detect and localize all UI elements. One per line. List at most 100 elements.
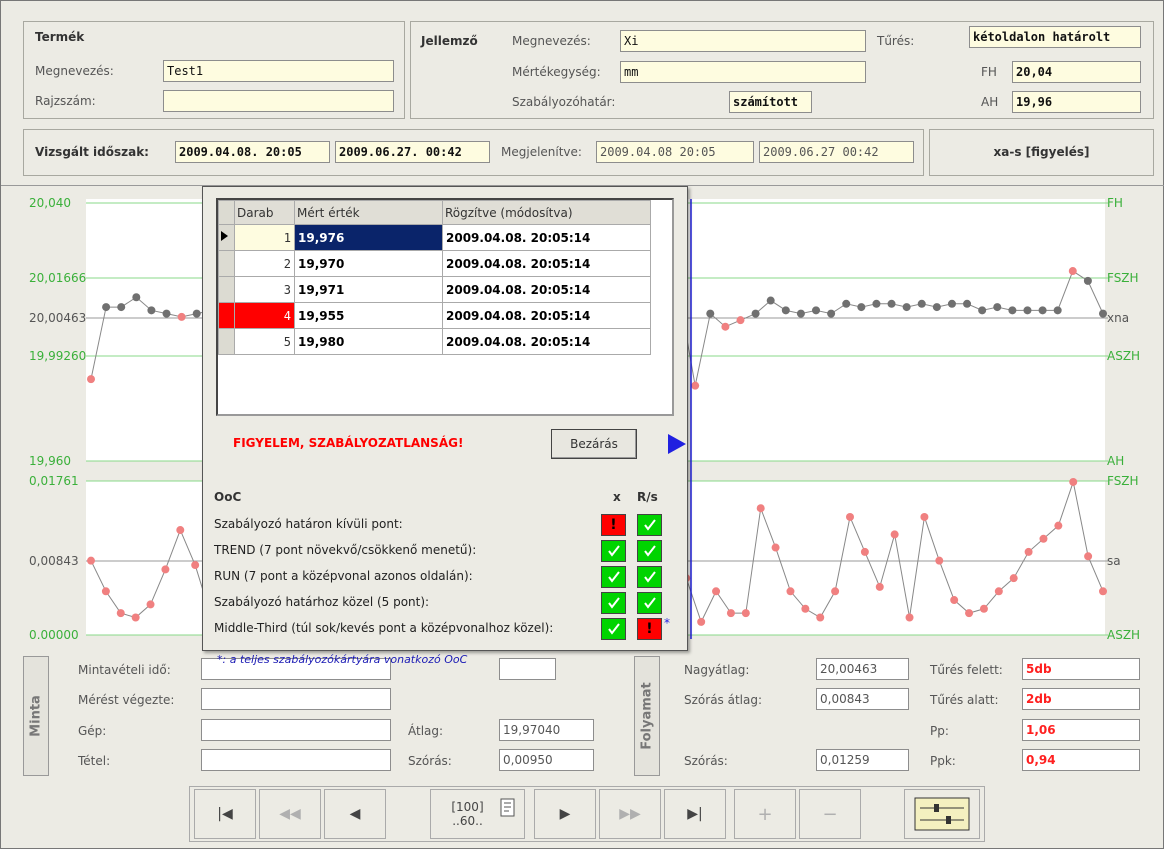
data-point[interactable] bbox=[890, 530, 899, 539]
data-point[interactable] bbox=[1083, 276, 1092, 285]
table-row[interactable]: 1 19,976 2009.04.08. 20:05:14 bbox=[218, 224, 651, 251]
data-point[interactable] bbox=[993, 303, 1002, 312]
data-point[interactable] bbox=[1099, 309, 1107, 318]
data-point[interactable] bbox=[978, 306, 987, 315]
period-to-field[interactable]: 2009.06.27. 00:42 bbox=[335, 141, 490, 163]
cell-value[interactable]: 19,980 bbox=[294, 328, 443, 355]
next-record-button[interactable]: ▶ bbox=[534, 789, 596, 839]
data-point[interactable] bbox=[101, 587, 110, 596]
data-point[interactable] bbox=[920, 512, 929, 521]
table-row[interactable]: 4 19,955 2009.04.08. 20:05:14 bbox=[218, 302, 651, 329]
data-point[interactable] bbox=[132, 293, 141, 302]
data-point[interactable] bbox=[176, 526, 185, 535]
data-point[interactable] bbox=[801, 604, 810, 613]
previous-page-button[interactable]: ◀◀ bbox=[259, 789, 321, 839]
data-point[interactable] bbox=[994, 587, 1003, 596]
data-point[interactable] bbox=[741, 609, 750, 618]
data-point[interactable] bbox=[736, 316, 745, 325]
remove-record-button[interactable]: − bbox=[799, 789, 861, 839]
period-from-field[interactable]: 2009.04.08. 20:05 bbox=[175, 141, 330, 163]
data-point[interactable] bbox=[827, 309, 836, 318]
data-point[interactable] bbox=[1009, 574, 1018, 583]
data-point[interactable] bbox=[1023, 306, 1032, 315]
col-header-count[interactable]: Darab bbox=[234, 200, 295, 225]
cell-value[interactable]: 19,970 bbox=[294, 250, 443, 277]
ah-field[interactable]: 19,96 bbox=[1012, 91, 1141, 113]
data-point[interactable] bbox=[1008, 306, 1017, 315]
fh-field[interactable]: 20,04 bbox=[1012, 61, 1141, 83]
cell-timestamp[interactable]: 2009.04.08. 20:05:14 bbox=[442, 224, 651, 251]
data-point[interactable] bbox=[192, 309, 201, 318]
row-indicator[interactable] bbox=[218, 250, 235, 277]
expand-arrow-icon[interactable] bbox=[666, 433, 688, 455]
data-point[interactable] bbox=[87, 375, 95, 384]
table-row[interactable]: 5 19,980 2009.04.08. 20:05:14 bbox=[218, 328, 651, 355]
unit-field[interactable]: mm bbox=[620, 61, 866, 83]
row-indicator[interactable] bbox=[218, 224, 235, 251]
previous-record-button[interactable]: ◀ bbox=[324, 789, 386, 839]
data-point[interactable] bbox=[887, 299, 896, 308]
row-indicator[interactable] bbox=[218, 302, 235, 329]
data-point[interactable] bbox=[177, 312, 186, 321]
data-point[interactable] bbox=[1069, 477, 1078, 486]
data-point[interactable] bbox=[751, 309, 760, 318]
mode-panel[interactable]: xa-s [figyelés] bbox=[929, 129, 1154, 176]
data-point[interactable] bbox=[781, 306, 790, 315]
data-point[interactable] bbox=[857, 303, 866, 312]
data-point[interactable] bbox=[935, 556, 944, 565]
cell-timestamp[interactable]: 2009.04.08. 20:05:14 bbox=[442, 276, 651, 303]
col-header-timestamp[interactable]: Rögzítve (módosítva) bbox=[442, 200, 651, 225]
data-point[interactable] bbox=[1039, 534, 1048, 543]
data-point[interactable] bbox=[697, 617, 706, 626]
data-point[interactable] bbox=[965, 609, 974, 618]
data-point[interactable] bbox=[1054, 521, 1063, 530]
sample-tab[interactable]: Minta bbox=[23, 656, 49, 776]
measured-by-field[interactable] bbox=[201, 688, 391, 710]
data-point[interactable] bbox=[87, 556, 95, 565]
data-point[interactable] bbox=[947, 299, 956, 308]
data-point[interactable] bbox=[191, 561, 200, 570]
col-header-value[interactable]: Mért érték bbox=[294, 200, 443, 225]
data-point[interactable] bbox=[1084, 552, 1093, 561]
data-point[interactable] bbox=[706, 309, 715, 318]
close-button[interactable]: Bezárás bbox=[551, 429, 637, 459]
data-point[interactable] bbox=[842, 299, 851, 308]
data-point[interactable] bbox=[950, 596, 959, 605]
cell-count[interactable]: 2 bbox=[234, 250, 295, 277]
data-point[interactable] bbox=[756, 504, 765, 513]
data-point[interactable] bbox=[796, 309, 805, 318]
data-point[interactable] bbox=[726, 609, 735, 618]
cell-value[interactable]: 19,955 bbox=[294, 302, 443, 329]
cell-timestamp[interactable]: 2009.04.08. 20:05:14 bbox=[442, 328, 651, 355]
data-point[interactable] bbox=[721, 322, 730, 331]
data-point[interactable] bbox=[1068, 267, 1077, 276]
table-row[interactable]: 3 19,971 2009.04.08. 20:05:14 bbox=[218, 276, 651, 303]
data-point[interactable] bbox=[162, 309, 171, 318]
data-point[interactable] bbox=[712, 587, 721, 596]
data-point[interactable] bbox=[131, 613, 140, 622]
data-point[interactable] bbox=[771, 543, 780, 552]
char-name-field[interactable]: Xi bbox=[620, 30, 866, 52]
data-point[interactable] bbox=[831, 587, 840, 596]
process-tab[interactable]: Folyamat bbox=[634, 656, 660, 776]
data-point[interactable] bbox=[766, 296, 775, 305]
cell-value[interactable]: 19,976 bbox=[294, 224, 443, 251]
data-point[interactable] bbox=[161, 565, 170, 574]
record-counter[interactable]: [100] ..60.. bbox=[430, 789, 525, 839]
row-indicator[interactable] bbox=[218, 276, 235, 303]
settings-button[interactable] bbox=[904, 789, 980, 839]
data-point[interactable] bbox=[117, 303, 126, 312]
data-point[interactable] bbox=[816, 613, 825, 622]
data-point[interactable] bbox=[905, 613, 914, 622]
drawing-number-field[interactable] bbox=[163, 90, 394, 112]
control-limit-field[interactable]: számított bbox=[729, 91, 812, 113]
data-point[interactable] bbox=[786, 587, 795, 596]
data-point[interactable] bbox=[1099, 587, 1107, 596]
sample-time-field-2[interactable] bbox=[499, 658, 556, 680]
cell-count[interactable]: 1 bbox=[234, 224, 295, 251]
data-point[interactable] bbox=[102, 303, 111, 312]
data-point[interactable] bbox=[146, 600, 155, 609]
machine-field[interactable] bbox=[201, 719, 391, 741]
data-point[interactable] bbox=[846, 512, 854, 521]
data-point[interactable] bbox=[979, 604, 988, 613]
